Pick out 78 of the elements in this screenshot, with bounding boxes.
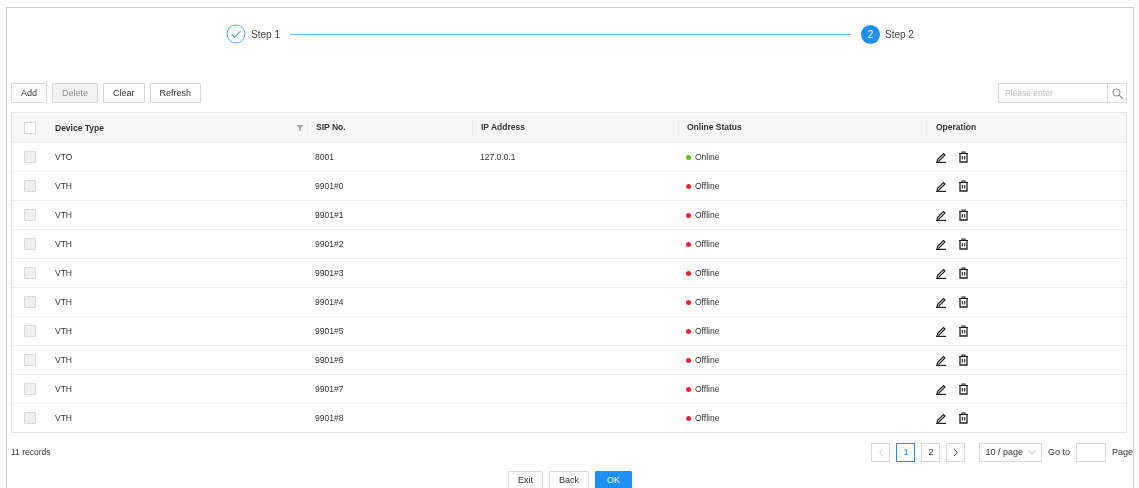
chevron-left-icon [877, 447, 884, 457]
table-cell: 9901#6 [315, 355, 344, 365]
table-cell: 9901#8 [315, 413, 344, 423]
delete-icon[interactable] [958, 383, 969, 395]
status-text: Offline [695, 413, 720, 423]
table-cell: 9901#7 [315, 384, 344, 394]
delete-icon[interactable] [958, 209, 969, 221]
edit-icon[interactable] [935, 209, 947, 221]
table-cell: 9901#4 [315, 297, 344, 307]
table-cell: 127.0.0.1 [480, 152, 516, 162]
edit-icon[interactable] [935, 412, 947, 424]
delete-icon[interactable] [958, 354, 969, 366]
table-cell: VTH [55, 268, 72, 278]
status-text: Offline [695, 239, 720, 249]
status-text: Offline [695, 355, 720, 365]
edit-icon[interactable] [935, 383, 947, 395]
delete-icon[interactable] [958, 267, 969, 279]
goto-label: Go to [1047, 447, 1070, 457]
checkbox[interactable] [23, 121, 36, 134]
table-cell: VTH [55, 239, 72, 249]
table-cell: 9901#2 [315, 239, 344, 249]
status-text: Online [695, 152, 720, 162]
edit-icon[interactable] [935, 180, 947, 192]
status-text: Offline [695, 210, 720, 220]
chevron-right-icon [952, 447, 959, 457]
delete-icon[interactable] [958, 151, 969, 163]
column-header: Device Type [55, 122, 104, 133]
table-cell: VTH [55, 413, 72, 423]
table-cell: VTH [55, 297, 72, 307]
delete-icon[interactable] [958, 412, 969, 424]
edit-icon[interactable] [935, 267, 947, 279]
action-button[interactable]: Back [549, 471, 589, 488]
search-button[interactable] [1108, 83, 1127, 103]
page-size-select[interactable]: 10 / page [979, 442, 1042, 462]
table-cell: VTH [55, 326, 72, 336]
delete-icon[interactable] [958, 238, 969, 250]
status-text: Offline [695, 297, 720, 307]
page-button[interactable]: 2 [921, 442, 941, 462]
column-header: Online Status [687, 122, 742, 133]
table-cell: VTH [55, 355, 72, 365]
table-cell: 9901#0 [315, 181, 344, 191]
step-number: 2 [861, 24, 880, 44]
edit-icon[interactable] [935, 151, 947, 163]
caret-icon [1027, 449, 1036, 455]
status-text: Offline [695, 268, 720, 278]
column-header: IP Address [481, 122, 525, 133]
step-label: Step 1 [251, 28, 280, 40]
table-cell: VTH [55, 384, 72, 394]
record-count: 11 records [11, 447, 51, 457]
toolbar-button[interactable]: Clear [103, 83, 145, 103]
step-label: Step 2 [885, 28, 914, 40]
toolbar-button[interactable]: Refresh [149, 83, 202, 103]
status-text: Offline [695, 326, 720, 336]
page-label: Page [1111, 447, 1133, 457]
search-field[interactable]: Please enter [998, 83, 1108, 103]
edit-icon[interactable] [935, 325, 947, 337]
table-cell: 8001 [315, 152, 334, 162]
table-cell: 9901#1 [315, 210, 344, 220]
table-cell: VTO [55, 152, 73, 162]
table-cell: 9901#5 [315, 326, 344, 336]
delete-icon[interactable] [958, 296, 969, 308]
toolbar-button[interactable]: Add [11, 83, 47, 103]
edit-icon[interactable] [935, 296, 947, 308]
page-input[interactable] [1075, 442, 1106, 462]
column-header: SIP No. [316, 122, 346, 133]
column-header: Operation [936, 122, 977, 133]
table-cell: VTH [55, 181, 72, 191]
table-cell: VTH [55, 210, 72, 220]
status-text: Offline [695, 384, 720, 394]
search-icon [1111, 87, 1123, 99]
delete-icon[interactable] [958, 180, 969, 192]
status-text: Offline [695, 181, 720, 191]
edit-icon[interactable] [935, 238, 947, 250]
table-cell: 9901#3 [315, 268, 344, 278]
edit-icon[interactable] [935, 354, 947, 366]
action-button[interactable]: Exit [507, 471, 543, 488]
page-button[interactable]: 1 [896, 442, 916, 462]
delete-icon[interactable] [958, 325, 969, 337]
